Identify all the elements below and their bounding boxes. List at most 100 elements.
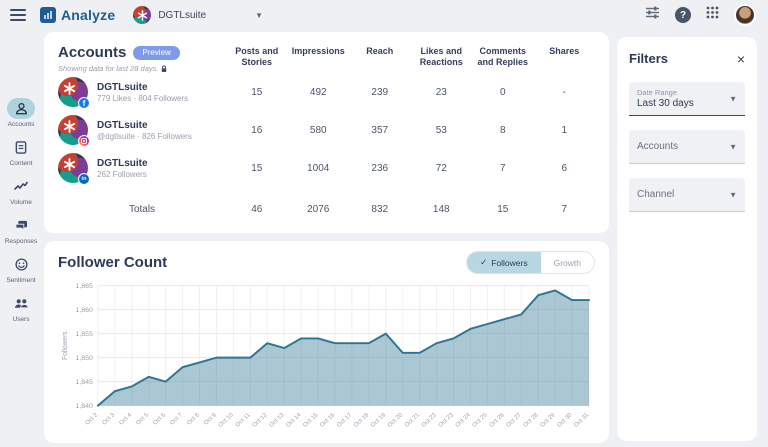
accounts-card: Accounts Preview Showing data for last 2… bbox=[44, 32, 609, 233]
svg-text:Oct 9: Oct 9 bbox=[203, 412, 218, 427]
column-header: Likes and Reactions bbox=[419, 46, 463, 68]
followers-toggle-button[interactable]: ✓ Followers bbox=[467, 252, 541, 273]
app-name: Analyze bbox=[61, 7, 116, 23]
cell-impressions: 580 bbox=[309, 124, 327, 136]
svg-text:Oct 20: Oct 20 bbox=[387, 412, 405, 429]
table-row-instagram-account[interactable]: DGTLsuite @dgtlsuite · 826 Followers bbox=[58, 111, 226, 149]
svg-text:Oct 6: Oct 6 bbox=[152, 412, 167, 427]
follower-chart: 1,840 1,845 1,850 1,855 1,860 1,865 Oct 2 Oct 3… bbox=[58, 278, 595, 439]
filters-panel: Filters × Date Range Last 30 days ▼ Acco… bbox=[617, 37, 757, 441]
user-avatar[interactable] bbox=[734, 4, 756, 26]
app-logo[interactable]: Analyze bbox=[40, 7, 115, 23]
cell-posts: 16 bbox=[251, 124, 263, 136]
topbar: Analyze DGTLsuite ▼ ? bbox=[0, 0, 768, 30]
svg-text:Oct 25: Oct 25 bbox=[472, 412, 490, 429]
sidebar-item-users[interactable]: Users bbox=[0, 293, 42, 323]
svg-text:Oct 23: Oct 23 bbox=[438, 412, 456, 429]
date-range-select[interactable]: Date Range Last 30 days ▼ bbox=[629, 82, 745, 116]
accounts-subtitle: Showing data for last 28 days. bbox=[58, 64, 226, 73]
cell-likes: 72 bbox=[435, 162, 447, 174]
svg-text:Oct 24: Oct 24 bbox=[455, 412, 473, 429]
sidebar-item-volume[interactable]: Volume bbox=[0, 176, 42, 206]
hamburger-menu-icon[interactable] bbox=[10, 9, 26, 21]
table-row-linkedin-account[interactable]: in DGTLsuite 262 Followers bbox=[58, 149, 226, 187]
table-row-facebook-account[interactable]: f DGTLsuite 779 Likes · 804 Followers bbox=[58, 73, 226, 111]
cell-shares: - bbox=[562, 86, 566, 98]
svg-text:Oct 4: Oct 4 bbox=[118, 412, 133, 427]
brand-name: DGTLsuite bbox=[158, 9, 207, 21]
close-icon[interactable]: × bbox=[737, 52, 745, 66]
svg-text:Oct 26: Oct 26 bbox=[489, 412, 507, 429]
svg-text:Oct 12: Oct 12 bbox=[252, 412, 270, 429]
total-comments: 15 bbox=[497, 203, 509, 215]
svg-text:Oct 21: Oct 21 bbox=[404, 412, 422, 429]
svg-text:Oct 8: Oct 8 bbox=[186, 412, 201, 427]
svg-text:Oct 30: Oct 30 bbox=[556, 412, 574, 429]
chevron-down-icon: ▼ bbox=[729, 142, 737, 151]
svg-text:Oct 5: Oct 5 bbox=[135, 412, 150, 427]
svg-text:Oct 22: Oct 22 bbox=[421, 412, 439, 429]
sidebar-item-content[interactable]: Content bbox=[0, 137, 42, 167]
chevron-down-icon: ▼ bbox=[255, 10, 264, 20]
cell-comments: 8 bbox=[499, 124, 506, 136]
tune-icon[interactable] bbox=[645, 6, 660, 24]
cell-likes: 23 bbox=[435, 86, 447, 98]
total-impressions: 2076 bbox=[307, 203, 330, 215]
cell-posts: 15 bbox=[251, 86, 263, 98]
linkedin-icon: in bbox=[78, 173, 90, 185]
svg-text:Oct 11: Oct 11 bbox=[235, 412, 252, 429]
cell-posts: 15 bbox=[251, 162, 263, 174]
cell-impressions: 1004 bbox=[307, 162, 330, 174]
follower-chart-svg: 1,8401,8451,8501,8551,8601,865Oct 2 Oct 3… bbox=[62, 283, 591, 429]
svg-text:1,855: 1,855 bbox=[75, 331, 93, 338]
account-avatar: in bbox=[58, 153, 90, 185]
svg-text:Oct 27: Oct 27 bbox=[506, 412, 524, 429]
lock-icon bbox=[162, 64, 167, 72]
follower-count-title: Follower Count bbox=[58, 254, 168, 271]
sidebar-item-sentiment[interactable]: Sentiment bbox=[0, 254, 42, 284]
totals-label: Totals bbox=[128, 203, 156, 215]
column-header: Reach bbox=[366, 46, 394, 56]
svg-text:Oct 17: Oct 17 bbox=[336, 412, 354, 429]
account-avatar: f bbox=[58, 77, 90, 109]
chevron-down-icon: ▼ bbox=[729, 190, 737, 199]
column-header: Shares bbox=[549, 46, 580, 56]
svg-text:Oct 10: Oct 10 bbox=[218, 412, 236, 429]
svg-text:Oct 28: Oct 28 bbox=[522, 412, 540, 429]
follower-count-card: Follower Count ✓ Followers Growth 1,840 1… bbox=[44, 241, 609, 443]
app-logo-icon bbox=[40, 7, 56, 23]
cell-reach: 357 bbox=[371, 124, 389, 136]
cell-impressions: 492 bbox=[309, 86, 327, 98]
column-header: Impressions bbox=[291, 46, 345, 56]
total-posts: 46 bbox=[251, 203, 263, 215]
help-icon[interactable]: ? bbox=[675, 7, 691, 23]
brand-avatar bbox=[133, 6, 152, 24]
svg-text:Oct 14: Oct 14 bbox=[285, 412, 303, 429]
accounts-title: Accounts bbox=[58, 44, 127, 61]
cell-likes: 53 bbox=[435, 124, 447, 136]
svg-text:Oct 19: Oct 19 bbox=[370, 412, 388, 429]
accounts-table: Accounts Preview Showing data for last 2… bbox=[58, 42, 595, 225]
followers-growth-toggle: ✓ Followers Growth bbox=[466, 251, 595, 274]
cell-shares: 1 bbox=[561, 124, 568, 136]
total-shares: 7 bbox=[561, 203, 568, 215]
total-reach: 832 bbox=[371, 203, 389, 215]
growth-toggle-button[interactable]: Growth bbox=[541, 252, 594, 273]
facebook-icon: f bbox=[78, 97, 90, 109]
chevron-down-icon: ▼ bbox=[729, 94, 737, 103]
svg-text:Oct 2: Oct 2 bbox=[85, 412, 100, 427]
account-avatar bbox=[58, 115, 90, 147]
svg-text:Oct 7: Oct 7 bbox=[169, 412, 184, 427]
svg-text:Oct 16: Oct 16 bbox=[319, 412, 337, 429]
brand-selector[interactable]: DGTLsuite ▼ bbox=[133, 6, 263, 24]
apps-grid-icon[interactable] bbox=[706, 6, 719, 24]
accounts-select[interactable]: Accounts ▼ bbox=[629, 130, 745, 164]
sidebar-item-accounts[interactable]: Accounts bbox=[0, 98, 42, 128]
svg-text:Oct 3: Oct 3 bbox=[102, 412, 117, 427]
sidebar-item-responses[interactable]: Responses bbox=[0, 215, 42, 245]
svg-text:1,845: 1,845 bbox=[75, 379, 93, 386]
channel-select[interactable]: Channel ▼ bbox=[629, 178, 745, 212]
person-icon bbox=[7, 98, 35, 119]
svg-text:1,840: 1,840 bbox=[75, 403, 93, 410]
line-chart-icon bbox=[7, 176, 35, 197]
